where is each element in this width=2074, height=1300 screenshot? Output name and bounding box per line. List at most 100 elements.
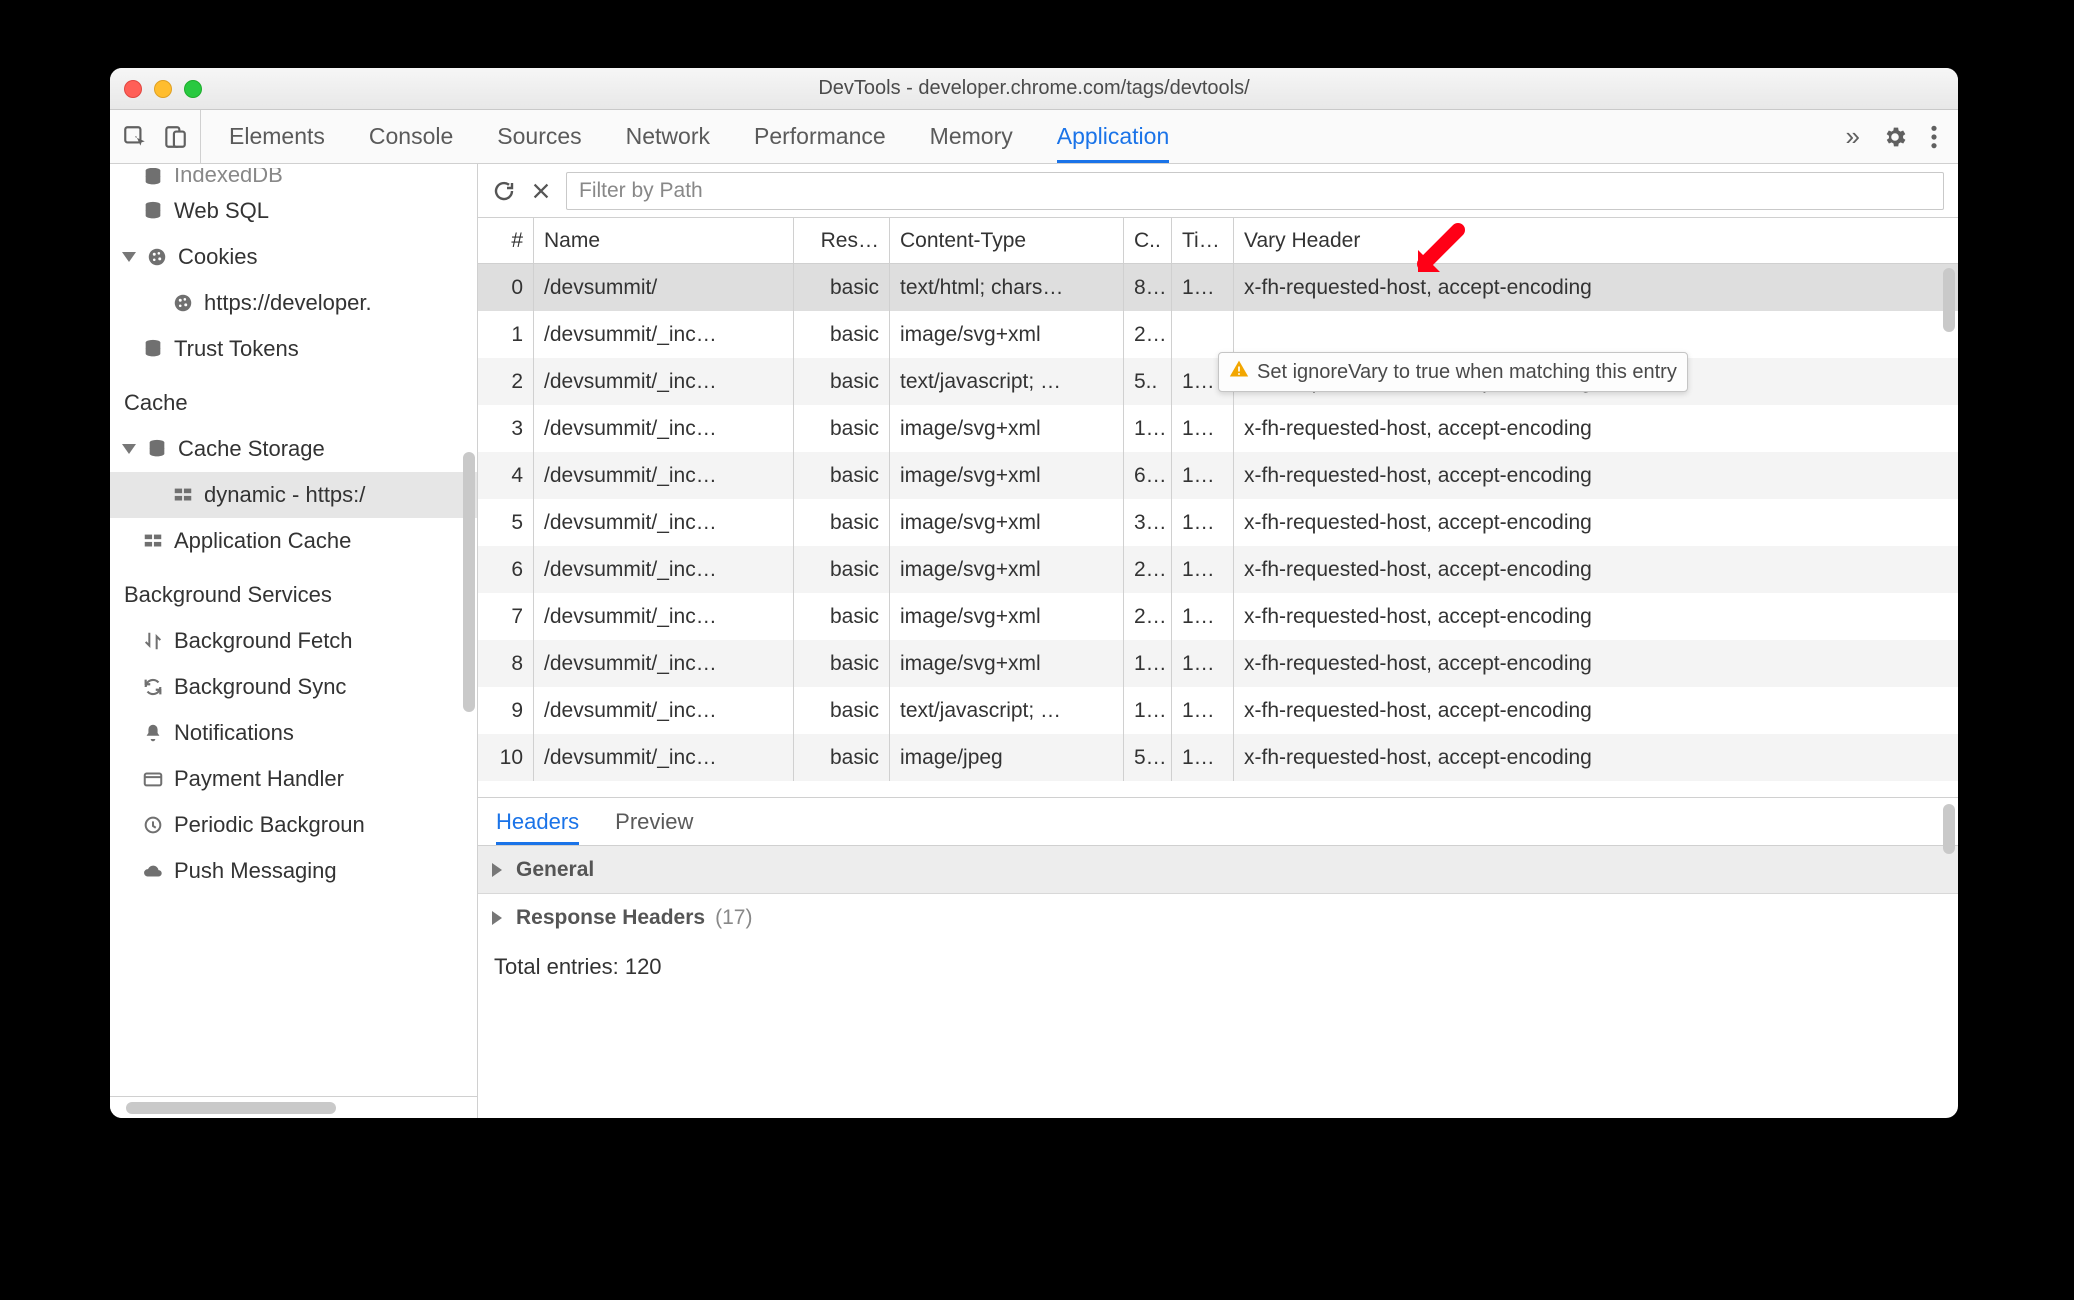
sidebar-scrollbar-horizontal[interactable] xyxy=(126,1102,336,1114)
table-row[interactable]: 7/devsummit/_inc…basicimage/svg+xml2…1…x… xyxy=(478,593,1958,640)
tab-elements[interactable]: Elements xyxy=(229,110,325,163)
sidebar-item-label: Application Cache xyxy=(174,528,351,554)
cell-response: basic xyxy=(794,264,890,311)
tab-sources[interactable]: Sources xyxy=(497,110,581,163)
kebab-menu-icon[interactable] xyxy=(1930,124,1938,150)
sidebar: IndexedDBWeb SQLCookieshttps://developer… xyxy=(110,164,478,1118)
cell-time: 1… xyxy=(1172,734,1234,781)
cell-index: 7 xyxy=(478,593,534,640)
tab-performance[interactable]: Performance xyxy=(754,110,886,163)
cell-index: 3 xyxy=(478,405,534,452)
th-index[interactable]: # xyxy=(478,218,534,263)
tab-console[interactable]: Console xyxy=(369,110,453,163)
cell-vary: x-fh-requested-host, accept-encoding xyxy=(1234,405,1958,452)
detail-tab-headers[interactable]: Headers xyxy=(496,798,579,845)
device-toolbar-icon[interactable] xyxy=(162,124,188,150)
section-general[interactable]: General xyxy=(478,846,1958,894)
th-name[interactable]: Name xyxy=(534,218,794,263)
cell-index: 8 xyxy=(478,640,534,687)
cell-content-type: image/jpeg xyxy=(890,734,1124,781)
database-icon xyxy=(142,168,164,188)
table-row[interactable]: 0/devsummit/basictext/html; chars…8…1…x-… xyxy=(478,264,1958,311)
sidebar-item-application-cache[interactable]: Application Cache xyxy=(110,518,477,564)
th-response[interactable]: Res… xyxy=(794,218,890,263)
cell-content-length: 3… xyxy=(1124,499,1172,546)
cell-vary: x-fh-requested-host, accept-encoding xyxy=(1234,546,1958,593)
cache-toolbar xyxy=(478,164,1958,218)
close-window-button[interactable] xyxy=(124,80,142,98)
grid-icon xyxy=(172,484,194,506)
refresh-icon[interactable] xyxy=(492,179,516,203)
table-row[interactable]: 4/devsummit/_inc…basicimage/svg+xml6…1…x… xyxy=(478,452,1958,499)
cell-name: /devsummit/_inc… xyxy=(534,640,794,687)
sidebar-item-push-messaging[interactable]: Push Messaging xyxy=(110,848,477,894)
cell-time: 1… xyxy=(1172,593,1234,640)
th-content-type[interactable]: Content-Type xyxy=(890,218,1124,263)
table-row[interactable]: 10/devsummit/_inc…basicimage/jpeg5…1…x-f… xyxy=(478,734,1958,781)
sidebar-item-label: IndexedDB xyxy=(174,168,283,188)
table-row[interactable] xyxy=(478,781,1958,797)
table-row[interactable]: 1/devsummit/_inc…basicimage/svg+xml2… xyxy=(478,311,1958,358)
section-general-label: General xyxy=(516,858,594,882)
cell-name: /devsummit/_inc… xyxy=(534,358,794,405)
cell-vary: x-fh-requested-host, accept-encoding xyxy=(1234,734,1958,781)
clear-icon[interactable] xyxy=(530,180,552,202)
sidebar-item-indexeddb[interactable]: IndexedDB xyxy=(110,168,477,188)
sidebar-item-web-sql[interactable]: Web SQL xyxy=(110,188,477,234)
table-row[interactable]: 9/devsummit/_inc…basictext/javascript; …… xyxy=(478,687,1958,734)
table-row[interactable]: 3/devsummit/_inc…basicimage/svg+xml1…1…x… xyxy=(478,405,1958,452)
sidebar-item-label: Background Fetch xyxy=(174,628,353,654)
sidebar-item-https-developer-[interactable]: https://developer. xyxy=(110,280,477,326)
filter-input[interactable] xyxy=(566,172,1944,210)
cell-content-length: 1… xyxy=(1124,640,1172,687)
sidebar-item-label: dynamic - https:/ xyxy=(204,482,365,508)
th-content-length[interactable]: C.. xyxy=(1124,218,1172,263)
table-row[interactable]: 6/devsummit/_inc…basicimage/svg+xml2…1…x… xyxy=(478,546,1958,593)
cell-content-type: image/svg+xml xyxy=(890,546,1124,593)
sidebar-item-cookies[interactable]: Cookies xyxy=(110,234,477,280)
sidebar-item-dynamic-https-[interactable]: dynamic - https:/ xyxy=(110,472,477,518)
window-title: DevTools - developer.chrome.com/tags/dev… xyxy=(110,77,1958,100)
table-row[interactable]: 8/devsummit/_inc…basicimage/svg+xml1…1…x… xyxy=(478,640,1958,687)
th-time-cached[interactable]: Ti… xyxy=(1172,218,1234,263)
bell-icon xyxy=(142,722,164,744)
main-panel: # Name Res… Content-Type C.. Ti… Vary He… xyxy=(478,164,1958,1118)
cell-name: /devsummit/_inc… xyxy=(534,405,794,452)
sidebar-item-background-fetch[interactable]: Background Fetch xyxy=(110,618,477,664)
settings-icon[interactable] xyxy=(1882,124,1908,150)
database-icon xyxy=(142,200,164,222)
more-tabs-icon[interactable]: » xyxy=(1846,121,1860,152)
detail-tab-preview[interactable]: Preview xyxy=(615,798,693,845)
sidebar-item-periodic-backgroun[interactable]: Periodic Backgroun xyxy=(110,802,477,848)
cell-content-length: 1… xyxy=(1124,405,1172,452)
th-vary-header[interactable]: Vary Header xyxy=(1234,218,1958,263)
sidebar-item-cache-storage[interactable]: Cache Storage xyxy=(110,426,477,472)
inspect-element-icon[interactable] xyxy=(122,124,148,150)
sidebar-item-label: Trust Tokens xyxy=(174,336,299,362)
table-scrollbar-vertical[interactable] xyxy=(1943,268,1955,332)
sidebar-item-background-sync[interactable]: Background Sync xyxy=(110,664,477,710)
sidebar-item-payment-handler[interactable]: Payment Handler xyxy=(110,756,477,802)
vary-warning-tooltip: Set ignoreVary to true when matching thi… xyxy=(1218,352,1688,392)
sidebar-item-label: Payment Handler xyxy=(174,766,344,792)
section-response-headers-label: Response Headers xyxy=(516,906,705,930)
cell-content-type: image/svg+xml xyxy=(890,311,1124,358)
cell-index: 0 xyxy=(478,264,534,311)
section-response-headers[interactable]: Response Headers (17) xyxy=(478,894,1958,942)
tab-network[interactable]: Network xyxy=(626,110,710,163)
sidebar-item-trust-tokens[interactable]: Trust Tokens xyxy=(110,326,477,372)
cell-time: 1… xyxy=(1172,640,1234,687)
sidebar-item-notifications[interactable]: Notifications xyxy=(110,710,477,756)
tab-memory[interactable]: Memory xyxy=(930,110,1013,163)
table-row[interactable]: 5/devsummit/_inc…basicimage/svg+xml3…1…x… xyxy=(478,499,1958,546)
tab-application[interactable]: Application xyxy=(1057,110,1170,163)
table-header-row: # Name Res… Content-Type C.. Ti… Vary He… xyxy=(478,218,1958,264)
disclosure-triangle-icon xyxy=(492,863,502,877)
sidebar-scrollbar-vertical[interactable] xyxy=(463,452,475,712)
maximize-window-button[interactable] xyxy=(184,80,202,98)
minimize-window-button[interactable] xyxy=(154,80,172,98)
details-scrollbar-vertical[interactable] xyxy=(1943,804,1955,854)
cell-vary xyxy=(1234,311,1958,358)
cell-name: /devsummit/_inc… xyxy=(534,499,794,546)
cell-index: 2 xyxy=(478,358,534,405)
